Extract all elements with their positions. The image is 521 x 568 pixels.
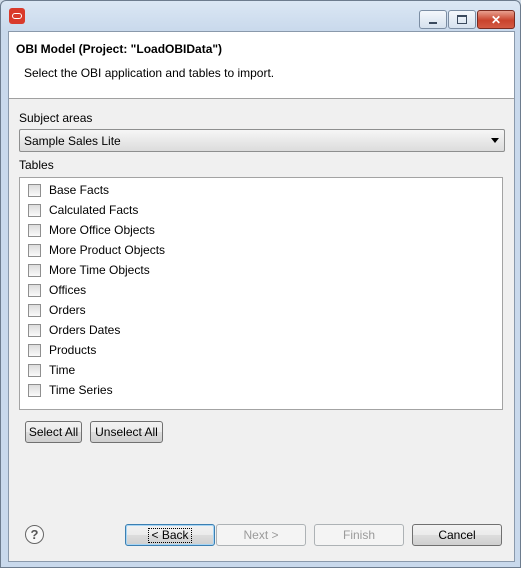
table-checkbox[interactable]: [28, 364, 41, 377]
maximize-button[interactable]: [448, 10, 476, 29]
subject-areas-dropdown[interactable]: Sample Sales Lite: [19, 129, 505, 152]
next-label: Next >: [243, 528, 279, 542]
table-row-label: More Office Objects: [49, 223, 155, 237]
cancel-label: Cancel: [438, 528, 476, 542]
finish-button[interactable]: Finish: [314, 524, 404, 546]
table-row-label: Orders Dates: [49, 323, 121, 337]
wizard-header: OBI Model (Project: "LoadOBIData") Selec…: [9, 32, 514, 99]
table-row[interactable]: More Time Objects: [20, 260, 502, 280]
table-row-label: Products: [49, 343, 97, 357]
next-button[interactable]: Next >: [216, 524, 306, 546]
minimize-button[interactable]: [419, 10, 447, 29]
back-button[interactable]: < Back: [125, 524, 215, 546]
table-row[interactable]: More Product Objects: [20, 240, 502, 260]
select-all-label: Select All: [28, 425, 79, 439]
dialog-body: OBI Model (Project: "LoadOBIData") Selec…: [8, 31, 515, 562]
finish-label: Finish: [342, 528, 375, 542]
subject-areas-value: Sample Sales Lite: [24, 134, 121, 148]
table-row[interactable]: Products: [20, 340, 502, 360]
title-bar[interactable]: ✕: [1, 1, 520, 31]
table-row-label: Base Facts: [49, 183, 110, 197]
table-row-label: Time Series: [49, 383, 113, 397]
table-checkbox[interactable]: [28, 384, 41, 397]
select-all-button[interactable]: Select All: [25, 421, 82, 443]
maximize-icon: [457, 15, 467, 24]
help-icon[interactable]: ?: [25, 525, 44, 544]
table-checkbox[interactable]: [28, 224, 41, 237]
close-button[interactable]: ✕: [477, 10, 515, 29]
table-checkbox[interactable]: [28, 344, 41, 357]
table-row-label: More Product Objects: [49, 243, 166, 257]
table-row[interactable]: Offices: [20, 280, 502, 300]
table-row-label: Offices: [49, 283, 87, 297]
table-row[interactable]: Base Facts: [20, 180, 502, 200]
table-row[interactable]: Time: [20, 360, 502, 380]
table-row[interactable]: Orders Dates: [20, 320, 502, 340]
dialog-window: ✕ OBI Model (Project: "LoadOBIData") Sel…: [0, 0, 521, 568]
table-row[interactable]: Orders: [20, 300, 502, 320]
table-row-label: Time: [49, 363, 76, 377]
chevron-down-icon: [491, 138, 499, 143]
table-checkbox[interactable]: [28, 264, 41, 277]
table-checkbox[interactable]: [28, 324, 41, 337]
table-row[interactable]: Time Series: [20, 380, 502, 400]
table-checkbox[interactable]: [28, 204, 41, 217]
table-checkbox[interactable]: [28, 304, 41, 317]
table-row[interactable]: More Office Objects: [20, 220, 502, 240]
tables-list: Base Facts Calculated Facts More Office Ob…: [19, 177, 503, 410]
table-row-label: More Time Objects: [49, 263, 150, 277]
table-checkbox[interactable]: [28, 184, 41, 197]
tables-label: Tables: [19, 158, 54, 172]
table-checkbox[interactable]: [28, 244, 41, 257]
minimize-icon: [429, 21, 437, 24]
close-icon: ✕: [490, 12, 502, 27]
unselect-all-button[interactable]: Unselect All: [90, 421, 163, 443]
table-row[interactable]: Calculated Facts: [20, 200, 502, 220]
back-label: < Back: [148, 528, 192, 543]
table-checkbox[interactable]: [28, 284, 41, 297]
page-description: Select the OBI application and tables to…: [24, 66, 275, 80]
cancel-button[interactable]: Cancel: [412, 524, 502, 546]
table-row-label: Orders: [49, 303, 86, 317]
page-title: OBI Model (Project: "LoadOBIData"): [16, 42, 223, 56]
table-row-label: Calculated Facts: [49, 203, 139, 217]
oracle-app-icon: [9, 8, 25, 24]
unselect-all-label: Unselect All: [95, 425, 158, 439]
subject-areas-label: Subject areas: [19, 111, 93, 125]
